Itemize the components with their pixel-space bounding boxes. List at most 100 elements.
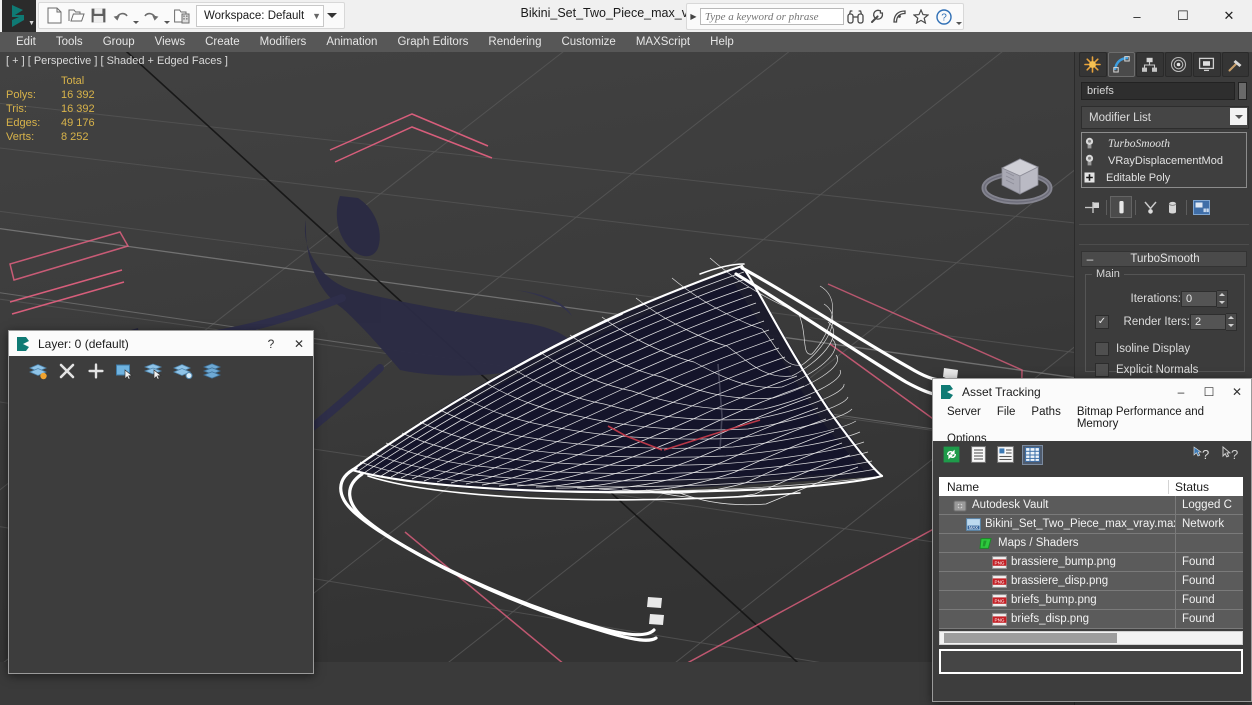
logo-caret-icon[interactable]: ▼	[28, 20, 35, 27]
minimize-button[interactable]: –	[1114, 0, 1160, 32]
list-view-icon[interactable]	[968, 445, 989, 465]
asset-hscroll-thumb[interactable]	[944, 633, 1117, 643]
iterations-spinner[interactable]	[1217, 289, 1228, 308]
layer-dialog-titlebar[interactable]: Layer: 0 (default) ? ✕	[9, 331, 313, 356]
utilities-tab[interactable]	[1221, 52, 1249, 77]
search-expand-icon[interactable]: ▶	[687, 12, 700, 21]
png-file-icon: PNG	[992, 574, 1007, 588]
render-iters-spinner[interactable]	[1226, 312, 1237, 331]
asset-list-horizontal-scrollbar[interactable]	[939, 631, 1243, 645]
pin-stack-icon[interactable]	[1081, 196, 1103, 218]
plus-box-icon[interactable]	[1084, 172, 1106, 183]
lightbulb-icon[interactable]	[1084, 154, 1106, 167]
help-pointer-icon[interactable]: ?	[1191, 445, 1212, 465]
rollout-collapse-icon[interactable]: –	[1082, 253, 1098, 265]
modifier-stack-item[interactable]: VRayDisplacementMod	[1084, 152, 1244, 169]
maximize-button[interactable]: ☐	[1160, 0, 1206, 32]
show-end-result-icon[interactable]	[1110, 196, 1132, 218]
make-unique-icon[interactable]	[1139, 196, 1161, 218]
menu-rendering[interactable]: Rendering	[478, 32, 551, 52]
layer-dialog-title: Layer: 0 (default)	[38, 336, 129, 351]
modifier-stack-item[interactable]: TurboSmooth	[1084, 135, 1244, 152]
asset-row[interactable]: PNG brassiere_disp.png Found	[939, 571, 1243, 591]
highlight-selected-objects-icon[interactable]	[172, 360, 194, 382]
menu-customize[interactable]: Customize	[551, 32, 625, 52]
asset-row[interactable]: PNG brassiere_bump.png Found	[939, 552, 1243, 572]
modifier-stack-item[interactable]: Editable Poly	[1084, 169, 1244, 186]
create-tab[interactable]	[1079, 52, 1107, 77]
asset-close-button[interactable]: ✕	[1223, 379, 1251, 404]
asset-menu-file[interactable]: File	[989, 406, 1024, 430]
menu-help[interactable]: Help	[700, 32, 744, 52]
asset-row-name: Maps / Shaders	[998, 537, 1079, 549]
menu-animation[interactable]: Animation	[316, 32, 387, 52]
search-toolbar: ▶ ?	[686, 3, 964, 30]
menu-graph-editors[interactable]: Graph Editors	[387, 32, 478, 52]
add-layer-icon[interactable]	[85, 360, 107, 382]
help-icon[interactable]: ?	[933, 5, 955, 28]
grid-view-icon[interactable]	[1022, 444, 1043, 465]
new-layer-icon[interactable]	[27, 360, 49, 382]
help-dropdown-icon[interactable]	[955, 2, 963, 31]
satellite-icon[interactable]	[888, 5, 910, 28]
svg-text:?: ?	[1231, 447, 1238, 462]
asset-row[interactable]: Maps / Shaders	[939, 533, 1243, 553]
asset-row[interactable]: MAX Bikini_Set_Two_Piece_max_vray.max Netw…	[939, 514, 1243, 534]
asset-tracking-titlebar[interactable]: Asset Tracking – ☐ ✕	[933, 379, 1251, 404]
turbosmooth-rollout-header[interactable]: – TurboSmooth	[1081, 251, 1247, 267]
asset-menu-server[interactable]: Server	[939, 406, 989, 430]
motion-tab[interactable]	[1164, 52, 1192, 77]
menu-modifiers[interactable]: Modifiers	[250, 32, 317, 52]
asset-maximize-button[interactable]: ☐	[1195, 379, 1223, 404]
hierarchy-tab[interactable]	[1136, 52, 1164, 77]
display-tab[interactable]	[1193, 52, 1221, 77]
menu-create[interactable]: Create	[195, 32, 250, 52]
layer-dialog-close-button[interactable]: ✕	[285, 331, 313, 356]
asset-menu-bitmap-performance[interactable]: Bitmap Performance and Memory	[1069, 406, 1251, 430]
asset-tracking-title: Asset Tracking	[962, 384, 1041, 399]
layer-dialog-help-button[interactable]: ?	[257, 331, 285, 356]
refresh-icon[interactable]	[941, 445, 962, 465]
asset-row[interactable]: PNG briefs_bump.png Found	[939, 590, 1243, 610]
menu-group[interactable]: Group	[93, 32, 145, 52]
close-button[interactable]: ✕	[1206, 0, 1252, 32]
menu-edit[interactable]: Edit	[6, 32, 46, 52]
select-objects-in-layer-icon[interactable]	[114, 360, 136, 382]
select-highlighted-layer-icon[interactable]	[143, 360, 165, 382]
modify-tab[interactable]	[1107, 52, 1135, 77]
isoline-display-checkbox[interactable]	[1095, 341, 1109, 356]
asset-row-name: Autodesk Vault	[972, 499, 1049, 511]
asset-minimize-button[interactable]: –	[1167, 379, 1195, 404]
explicit-normals-checkbox[interactable]	[1095, 362, 1109, 377]
menu-bar: Edit Tools Group Views Create Modifiers …	[0, 32, 1252, 52]
asset-menu-paths[interactable]: Paths	[1023, 406, 1068, 430]
search-input[interactable]	[699, 8, 844, 25]
asset-row[interactable]: Autodesk Vault Logged C	[939, 496, 1243, 515]
add-selection-to-layer-icon[interactable]	[201, 360, 223, 382]
lightbulb-icon[interactable]	[1084, 137, 1106, 150]
render-iters-field[interactable]: 2	[1190, 313, 1226, 330]
asset-row[interactable]: PNG briefs_disp.png Found	[939, 609, 1243, 629]
binoculars-icon[interactable]	[844, 5, 866, 28]
remove-modifier-icon[interactable]	[1161, 196, 1183, 218]
object-name-input[interactable]	[1081, 82, 1235, 100]
render-iters-checkbox[interactable]: ✓	[1095, 314, 1109, 329]
modifier-stack[interactable]: TurboSmooth VRayDisplacementMod Editable…	[1081, 132, 1247, 188]
iterations-field[interactable]: 0	[1181, 290, 1217, 307]
modifier-list-dropdown[interactable]: Modifier List	[1081, 106, 1249, 129]
star-icon[interactable]	[910, 5, 932, 28]
view-cube[interactable]	[978, 140, 1056, 218]
delete-layer-icon[interactable]	[56, 360, 78, 382]
asset-status-column-header: Status	[1168, 479, 1243, 494]
detail-view-icon[interactable]	[995, 445, 1016, 465]
asset-list[interactable]: Autodesk Vault Logged C MAX Bikini_Set_Two_…	[939, 496, 1243, 629]
configure-sets-icon[interactable]	[1190, 196, 1212, 218]
wrench-icon[interactable]	[866, 5, 888, 28]
object-color-swatch[interactable]	[1238, 82, 1247, 100]
viewport-label[interactable]: [ + ] [ Perspective ] [ Shaded + Edged F…	[6, 55, 228, 67]
menu-views[interactable]: Views	[145, 32, 195, 52]
menu-tools[interactable]: Tools	[46, 32, 93, 52]
menu-maxscript[interactable]: MAXScript	[626, 32, 700, 52]
asset-row-status: Found	[1175, 552, 1243, 572]
help-flag-icon[interactable]: ?	[1220, 445, 1241, 465]
